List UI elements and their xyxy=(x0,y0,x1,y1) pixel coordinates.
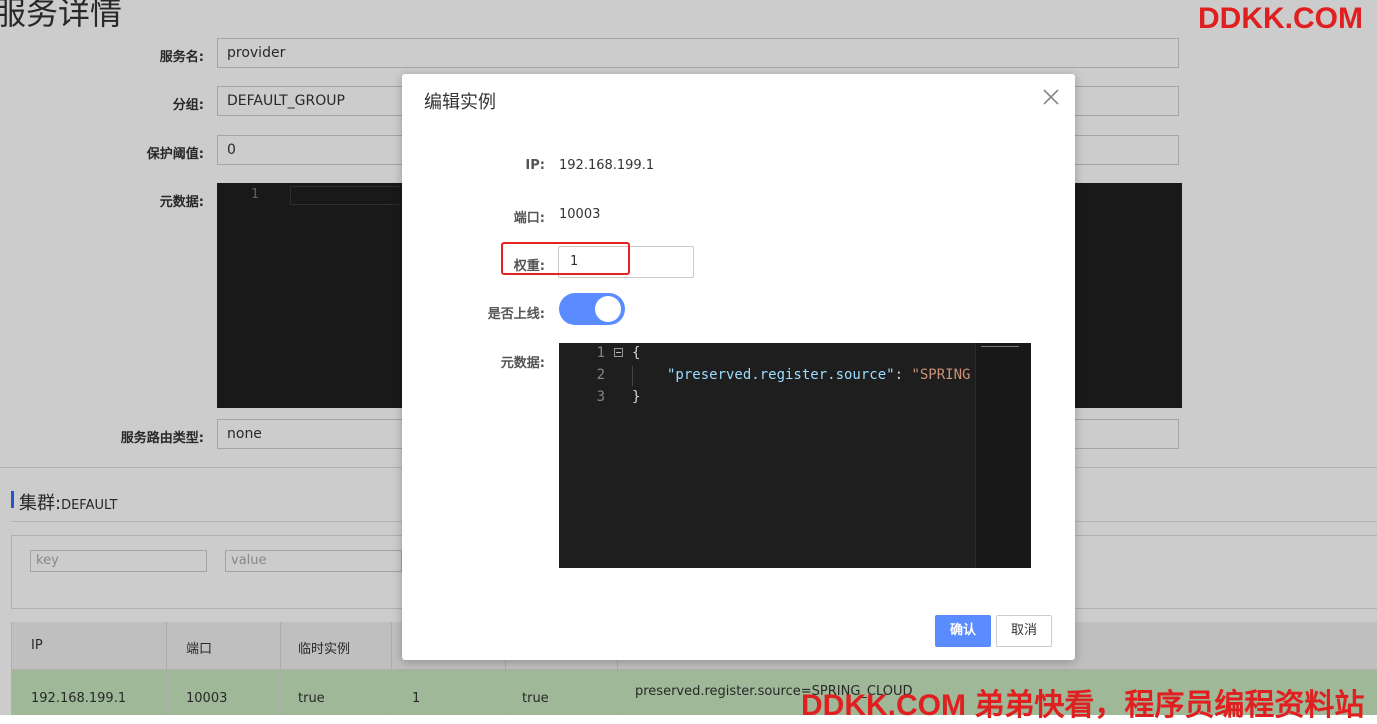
line-number: 1 xyxy=(596,345,605,361)
code-value: "SPRING xyxy=(911,367,971,383)
line-number: 2 xyxy=(596,367,605,383)
watermark-top: DDKK.COM xyxy=(1198,2,1363,35)
dialog-metadata-label: 元数据: xyxy=(500,356,545,371)
edit-instance-dialog: 编辑实例 IP: 192.168.199.1 端口: 10003 权重: 1 是… xyxy=(402,74,1075,660)
code-open-brace: { xyxy=(632,345,641,361)
indent-guide xyxy=(632,366,633,386)
code-separator: : xyxy=(894,367,912,383)
highlight-annotation-box xyxy=(501,242,630,275)
line-number: 3 xyxy=(596,389,605,405)
fold-icon[interactable] xyxy=(614,348,623,357)
cancel-button[interactable]: 取消 xyxy=(996,615,1052,647)
code-close-brace: } xyxy=(632,389,641,405)
code-line-2: "preserved.register.source": "SPRING xyxy=(667,367,970,383)
metadata-code-editor[interactable]: 1 2 3 { "preserved.register.source": "SP… xyxy=(559,343,1031,568)
code-minimap[interactable] xyxy=(975,343,1031,568)
ip-label: IP: xyxy=(525,158,545,173)
close-icon[interactable] xyxy=(1038,84,1064,110)
dialog-title: 编辑实例 xyxy=(424,92,496,113)
online-toggle[interactable] xyxy=(559,293,625,325)
confirm-button[interactable]: 确认 xyxy=(935,615,991,647)
code-key: "preserved.register.source" xyxy=(667,367,895,383)
online-label: 是否上线: xyxy=(487,307,545,322)
watermark-bottom: DDKK.COM 弟弟快看，程序员编程资料站 xyxy=(801,689,1365,722)
port-value: 10003 xyxy=(559,207,601,222)
port-label: 端口: xyxy=(513,211,545,226)
toggle-knob xyxy=(595,296,621,322)
ip-value: 192.168.199.1 xyxy=(559,158,655,173)
